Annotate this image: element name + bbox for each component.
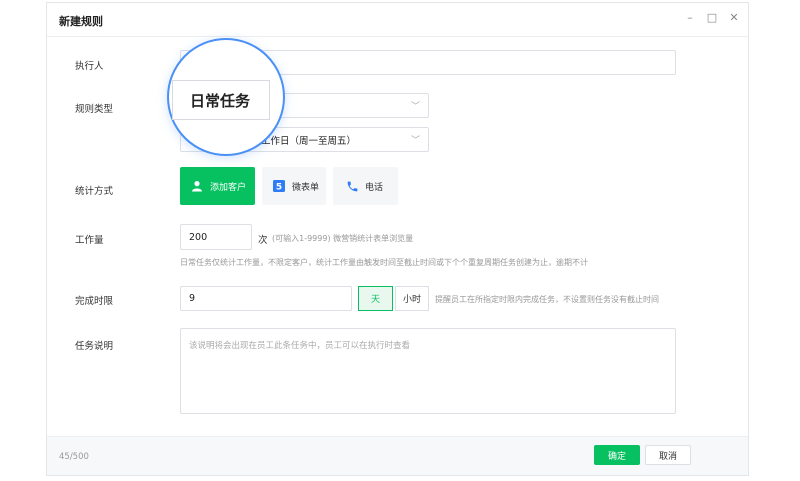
magnified-rule-type: 日常任务 [172, 80, 270, 120]
dialog-titlebar: 新建规则 – □ ✕ [47, 3, 748, 37]
unit-day-toggle[interactable]: 天 [358, 286, 393, 311]
user-icon [190, 179, 204, 193]
confirm-button[interactable]: 确定 [594, 445, 640, 465]
svg-text:5: 5 [276, 183, 282, 193]
description-label: 任务说明 [75, 341, 114, 352]
close-button[interactable]: ✕ [727, 11, 741, 24]
char-count: 45/500 [59, 452, 89, 462]
method-phone-button[interactable]: 电话 [333, 167, 398, 205]
method-form-button[interactable]: 5 微表单 [262, 167, 326, 205]
chevron-down-icon: ﹀ [410, 135, 420, 146]
dialog-title: 新建规则 [59, 15, 103, 28]
description-textarea[interactable]: 该说明将会出现在员工此条任务中，员工可以在执行时查看 [180, 328, 676, 414]
deadline-label: 完成时限 [75, 296, 114, 307]
phone-icon [345, 179, 359, 193]
workload-input[interactable]: 200 [180, 224, 252, 250]
unit-hour-toggle[interactable]: 小时 [395, 286, 429, 311]
stat-method-label: 统计方式 [75, 186, 114, 197]
method-add-customer-button[interactable]: 添加客户 [180, 167, 255, 205]
frequency-value: 工作日（周一至周五） [261, 135, 357, 147]
maximize-button[interactable]: □ [705, 11, 719, 24]
dialog-footer: 45/500 [47, 436, 748, 475]
workload-label: 工作量 [75, 235, 104, 246]
method-phone-label: 电话 [365, 182, 384, 193]
chevron-down-icon: ﹀ [410, 101, 420, 112]
rule-type-label: 规则类型 [75, 104, 114, 115]
method-form-label: 微表单 [292, 182, 320, 193]
minimize-button[interactable]: – [683, 11, 697, 24]
executor-label: 执行人 [75, 61, 104, 72]
workload-range-hint: (可输入1-9999) 微营销统计表单浏览量 [272, 234, 414, 243]
method-add-customer-label: 添加客户 [210, 182, 247, 193]
cancel-button[interactable]: 取消 [645, 445, 691, 465]
description-placeholder: 该说明将会出现在员工此条任务中，员工可以在执行时查看 [189, 341, 411, 351]
workload-unit: 次 [258, 235, 268, 246]
deadline-hint: 提醒员工在所指定时限内完成任务，不设置则任务没有截止时间 [435, 295, 659, 304]
workload-note: 日常任务仅统计工作量，不限定客户，统计工作量由触发时间至截止时间或下个个重复周期… [180, 258, 588, 267]
deadline-input[interactable]: 9 [180, 286, 352, 311]
form-icon: 5 [272, 179, 286, 193]
